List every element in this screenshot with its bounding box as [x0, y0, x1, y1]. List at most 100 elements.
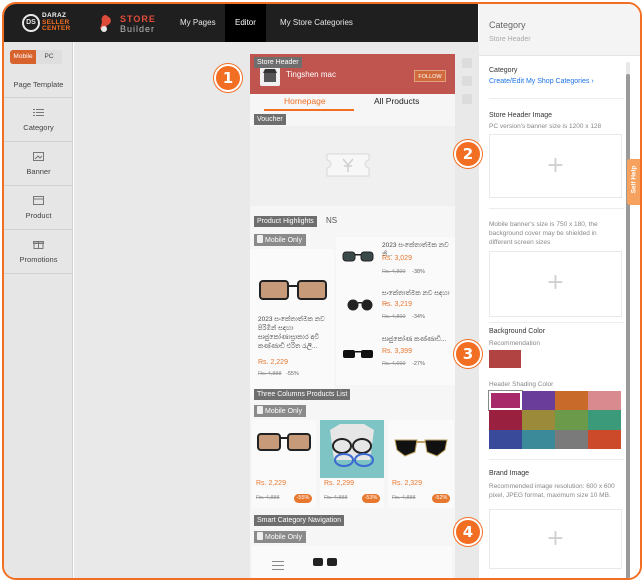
pc-banner-upload[interactable]: +	[489, 134, 622, 198]
toggle-pc[interactable]: PC	[36, 50, 62, 64]
move-down-icon[interactable]	[462, 76, 472, 86]
shading-color-swatch[interactable]	[588, 429, 621, 449]
discount: -55%	[286, 371, 299, 377]
daraz-seller-center-logo[interactable]: DS DARAZ SELLER CENTER	[22, 12, 84, 34]
highlight-side-card[interactable]: සංකේතාත්මක නව සඳහා ... Rs. 3,219 Rs. 4,8…	[336, 285, 455, 331]
follow-button[interactable]: FOLLOW	[414, 70, 446, 82]
smart-category-nav-module[interactable]	[252, 546, 452, 578]
store-builder-icon	[100, 15, 111, 32]
discount-pill: -53%	[362, 494, 380, 503]
mobile-only-badge: Mobile Only	[254, 405, 306, 417]
plus-icon: +	[546, 270, 565, 295]
shading-color-swatch[interactable]	[489, 410, 522, 430]
product-title: 2023 සංකේතාත්මක නව පිරිමින් සඳහා සෘජුකෝණ…	[258, 316, 325, 350]
category-label: Category	[489, 67, 518, 74]
voucher-module[interactable]	[250, 126, 455, 206]
original-price: Rs. 4,888	[392, 495, 416, 501]
sunglasses-image	[313, 558, 337, 566]
shading-color-swatch[interactable]	[588, 391, 621, 411]
sidebar-item-label: Banner	[26, 167, 51, 176]
recommendation-label: Recommendation	[489, 340, 540, 347]
tab-homepage[interactable]: Homepage	[284, 96, 326, 106]
section-title-fragment: NS	[326, 216, 338, 225]
product-price: Rs. 3,029	[382, 255, 412, 262]
page-preview: Tingshen mac FOLLOW Store Header Homepag…	[250, 54, 455, 578]
sunglasses-image	[259, 280, 327, 300]
move-up-icon[interactable]	[462, 58, 472, 68]
sunglasses-image	[257, 433, 311, 451]
shading-color-swatch[interactable]	[555, 391, 588, 411]
sidebar-item-page-template[interactable]: Page Template	[4, 70, 73, 98]
shading-color-swatch[interactable]	[522, 429, 555, 449]
module-tag-three-columns: Three Columns Products List	[254, 389, 351, 400]
product-title: සෘජුකෝණ කණ්ණාඩි...	[382, 336, 447, 343]
mobile-only-badge: Mobile Only	[254, 234, 306, 246]
shading-color-swatch[interactable]	[489, 391, 522, 411]
divider	[489, 208, 624, 209]
shading-color-swatch[interactable]	[555, 410, 588, 430]
mobile-icon	[257, 532, 263, 540]
toggle-mobile[interactable]: Mobile	[10, 50, 36, 64]
self-help-tab[interactable]: Self Help	[627, 159, 640, 205]
discount-pill: -52%	[432, 494, 450, 503]
brand-line-1: STORE	[120, 14, 156, 24]
original-price: Rs. 4,888	[258, 371, 282, 377]
logo-line-3: CENTER	[42, 25, 71, 32]
mobile-icon	[257, 406, 263, 414]
sidebar-item-label: Page Template	[13, 80, 64, 89]
nav-editor[interactable]: Editor	[225, 4, 266, 42]
store-builder-logo[interactable]: STORE Builder	[96, 11, 166, 37]
list-icon	[33, 109, 44, 116]
highlight-main-card[interactable]: 2023 සංකේතාත්මක නව පිරිමින් සඳහා සෘජුකෝණ…	[250, 249, 334, 397]
discount: -38%	[412, 269, 425, 275]
three-col-product-card[interactable]: Rs. 2,329 Rs. 4,888 -52%	[388, 420, 454, 508]
nav-my-store-categories[interactable]: My Store Categories	[270, 4, 363, 42]
active-tab-indicator	[264, 109, 354, 111]
chevron-right-icon: ›	[591, 78, 594, 85]
divider	[489, 98, 624, 99]
shading-color-swatch[interactable]	[555, 429, 588, 449]
divider	[489, 459, 624, 460]
device-toggle: Mobile PC	[10, 50, 62, 64]
edit-shop-categories-link[interactable]: Create/Edit My Shop Categories ›	[489, 78, 594, 85]
background-color-swatch[interactable]	[489, 350, 521, 368]
screenshot-frame: DS DARAZ SELLER CENTER STORE Builder My …	[2, 2, 642, 580]
original-price: Rs. 4,890	[382, 314, 406, 320]
product-price: Rs. 2,299	[324, 480, 354, 487]
highlight-side-card[interactable]: සෘජුකෝණ කණ්ණාඩි... Rs. 3,399 Rs. 4,690 -…	[336, 331, 455, 385]
panel-scrollbar-thumb[interactable]	[626, 74, 630, 578]
panel-subtitle: Store Header	[489, 36, 531, 43]
sidebar-item-label: Promotions	[19, 255, 58, 264]
sidebar-item-product[interactable]: Product	[4, 186, 73, 230]
settings-panel: Category Store Header Category Create/Ed…	[479, 4, 640, 578]
background-color-label: Background Color	[489, 328, 546, 335]
brand-image-upload[interactable]: +	[489, 509, 622, 569]
shading-color-swatch[interactable]	[522, 391, 555, 411]
three-col-product-card[interactable]: Rs. 2,299 Rs. 4,888 -53%	[320, 420, 384, 508]
panel-title: Category	[489, 20, 526, 30]
store-tabs: Homepage All Products	[250, 94, 455, 111]
highlight-side-card[interactable]: 2023 සංකේතාත්මක නව නි... Rs. 3,029 Rs. 4…	[336, 237, 455, 285]
product-price: Rs. 2,329	[392, 480, 422, 487]
shading-color-swatch[interactable]	[489, 429, 522, 449]
sidebar-item-category[interactable]: Category	[4, 98, 73, 142]
callout-1: 1	[214, 64, 242, 92]
store-header-image-label: Store Header Image	[489, 112, 553, 119]
discount: -27%	[412, 361, 425, 367]
three-col-product-card[interactable]: Rs. 2,229 Rs. 4,888 -55%	[252, 420, 316, 508]
nav-my-pages[interactable]: My Pages	[170, 4, 226, 42]
sunglasses-image	[342, 251, 374, 262]
sidebar-item-promotions[interactable]: Promotions	[4, 230, 73, 274]
callout-4: 4	[454, 518, 482, 546]
module-toolbar	[462, 54, 472, 124]
delete-icon[interactable]	[462, 94, 472, 104]
sidebar-item-label: Product	[25, 211, 52, 220]
tab-all-products[interactable]: All Products	[374, 96, 419, 106]
mobile-banner-upload[interactable]: +	[489, 251, 622, 317]
shading-color-swatch[interactable]	[522, 410, 555, 430]
sidebar-item-label: Category	[23, 123, 54, 132]
plus-icon: +	[546, 153, 565, 178]
module-tag-product-highlights: Product Highlights	[254, 216, 317, 227]
sidebar-item-banner[interactable]: Banner	[4, 142, 73, 186]
shading-color-swatch[interactable]	[588, 410, 621, 430]
